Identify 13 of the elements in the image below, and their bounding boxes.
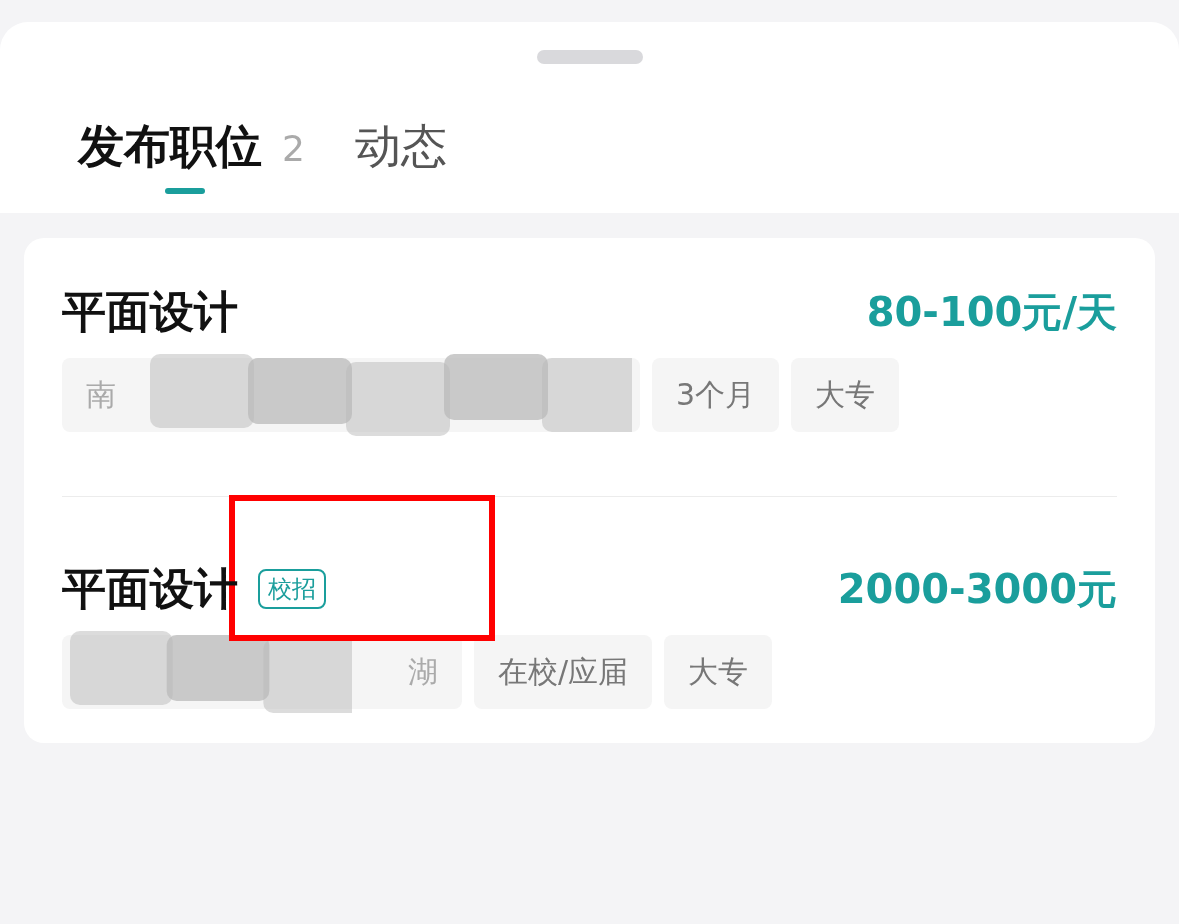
drag-handle[interactable] bbox=[536, 50, 643, 64]
job-title[interactable]: 平面设计 bbox=[62, 282, 238, 342]
job-tag: 3个月 bbox=[652, 358, 780, 432]
salary: 2000-3000元 bbox=[837, 565, 1117, 614]
tab-indicator bbox=[165, 188, 205, 194]
job-tag: 在校/应届 bbox=[474, 635, 653, 709]
salary: 80-100元/天 bbox=[866, 288, 1117, 337]
tab[interactable]: 动态 bbox=[354, 118, 447, 174]
job-tag: 大专 bbox=[664, 635, 773, 709]
tab[interactable]: 发布职位 bbox=[78, 118, 262, 174]
tab-count: 2 bbox=[282, 127, 305, 171]
job-tag: 大专 bbox=[791, 358, 900, 432]
job-badge: 校招 bbox=[258, 569, 326, 609]
